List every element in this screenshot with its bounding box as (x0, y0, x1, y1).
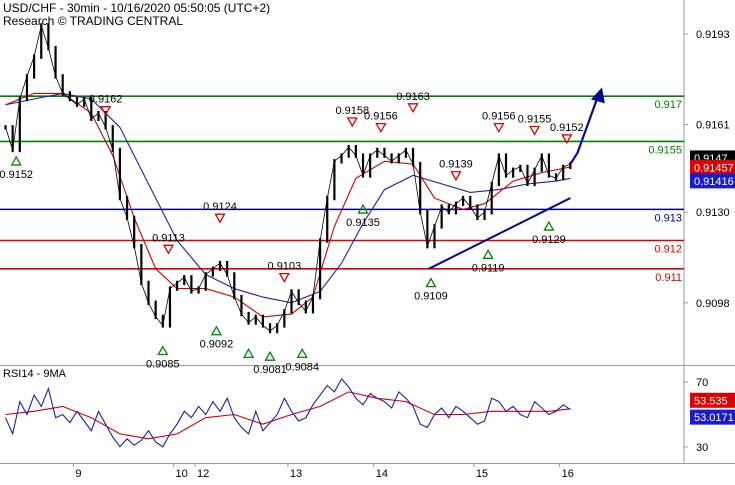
swing-low-marker (242, 348, 255, 359)
swing-low-label: 0.9135 (346, 217, 380, 229)
swing-high-marker (346, 117, 358, 128)
swing-high-marker (214, 213, 226, 224)
chart-title: USD/CHF - 30min - 10/16/2020 05:50:05 (U… (3, 1, 271, 15)
swing-high-label: 0.9152 (550, 122, 584, 134)
level-label: 0.913 (654, 212, 682, 224)
time-axis-tick-label: 14 (376, 468, 388, 480)
chart-source: Research © TRADING CENTRAL (3, 14, 183, 28)
rsi-axis-tick-label: 30 (696, 442, 708, 454)
swing-high-marker (493, 122, 505, 133)
chart-root: 0.9193 0.9161 0.9130 0.9098 0.917 0.9155 0.913… (0, 0, 735, 480)
swing-high-label: 0.9156 (482, 111, 516, 123)
swing-high-label: 0.9156 (364, 111, 398, 123)
level-label: 0.912 (654, 244, 682, 256)
swing-low-label: 0.9084 (285, 361, 319, 373)
swing-low-marker (157, 345, 169, 356)
level-label: 0.917 (654, 99, 682, 111)
swing-high-label: 0.9124 (203, 201, 237, 213)
swing-low-marker (264, 350, 276, 361)
swing-high-marker (407, 103, 419, 114)
swing-low-marker (425, 277, 437, 288)
level-label: 0.9155 (648, 144, 682, 156)
rsi-axis-tick-label: 70 (696, 377, 708, 389)
swing-high-marker (162, 244, 175, 255)
time-axis-tick-label: 10 (176, 468, 188, 480)
price-axis-tick-label: 0.9161 (696, 119, 730, 131)
swing-low-label: 0.9085 (146, 359, 180, 371)
swing-low-label: 0.9119 (472, 262, 505, 274)
price-line (5, 23, 571, 332)
swing-high-label: 0.9113 (152, 232, 185, 244)
swing-low-marker (210, 325, 223, 336)
time-axis-tick-label: 16 (562, 468, 574, 480)
swing-high-label: 0.9162 (89, 94, 123, 106)
price-tag-label: 0.91457 (694, 162, 734, 174)
swing-low-marker (10, 155, 22, 166)
projection-arrow-head (590, 87, 605, 104)
rsi-line (4, 377, 571, 448)
swing-high-marker (278, 272, 290, 283)
rsi-ma-line (5, 391, 571, 440)
time-axis-tick-label: 12 (197, 468, 209, 480)
swing-high-marker (375, 122, 387, 133)
swing-low-label: 0.9152 (0, 169, 33, 181)
level-label: 0.911 (655, 272, 682, 284)
swing-high-marker (528, 125, 541, 136)
price-tag-label: 0.91416 (694, 176, 734, 188)
rsi-title: RSI14 - 9MA (3, 368, 67, 380)
rsi-value-tag-label: 53.0171 (694, 412, 734, 424)
time-axis-tick-label: 13 (290, 468, 302, 480)
swing-high-label: 0.9139 (439, 159, 473, 171)
chart-canvas: 0.9193 0.9161 0.9130 0.9098 0.917 0.9155 0.913… (0, 0, 735, 480)
swing-high-label: 0.9163 (396, 91, 430, 103)
swing-high-label: 0.9155 (518, 113, 552, 125)
swing-low-label: 0.9109 (414, 291, 448, 303)
swing-low-label: 0.9129 (532, 234, 566, 246)
price-axis-tick-label: 0.9098 (696, 298, 730, 310)
price-axis-tick-label: 0.9193 (696, 29, 730, 41)
swing-low-marker (482, 249, 494, 259)
swing-high-label: 0.9103 (268, 261, 302, 273)
swing-low-label: 0.9092 (200, 339, 234, 351)
swing-high-marker (450, 171, 462, 182)
price-axis-tick-label: 0.9130 (696, 207, 730, 219)
swing-low-marker (543, 220, 555, 231)
swing-low-label: 0.9081 (253, 364, 287, 376)
time-axis-tick-label: 15 (476, 468, 488, 480)
swing-low-marker (296, 348, 308, 359)
rsi-value-tag-label: 53.535 (694, 395, 728, 407)
time-axis-tick-label: 9 (75, 468, 81, 480)
ma-red-line (5, 92, 571, 318)
